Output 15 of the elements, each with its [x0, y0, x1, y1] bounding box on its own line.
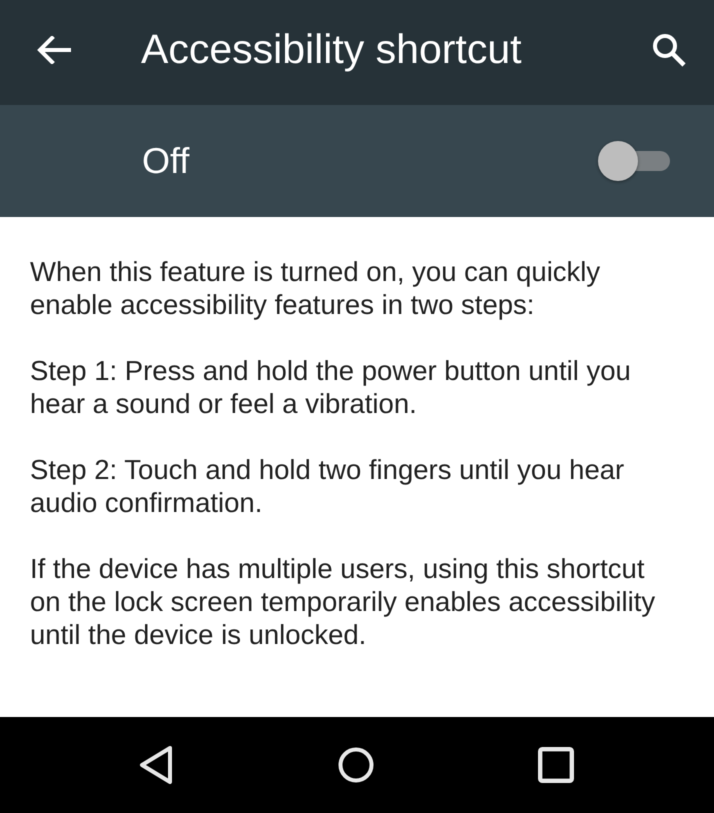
- description-paragraph: Step 2: Touch and hold two fingers until you hear audio confirmation.: [30, 453, 626, 519]
- switch-label: Off: [142, 140, 190, 182]
- search-icon: [652, 32, 686, 66]
- toggle-switch[interactable]: [598, 139, 670, 183]
- back-nav-button[interactable]: [138, 746, 174, 784]
- back-arrow-icon: [37, 36, 71, 64]
- triangle-back-icon: [138, 746, 174, 784]
- description-paragraph: If the device has multiple users, using this shortcut on the lock screen temporarily enables accessibility until the device is unlocked.: [30, 552, 656, 651]
- circle-home-icon: [338, 746, 374, 784]
- page-title: Accessibility shortcut: [141, 26, 523, 72]
- description-paragraph: Step 1: Press and hold the power button until you hear a sound or feel a vibration.: [30, 354, 632, 420]
- home-nav-button[interactable]: [338, 746, 374, 784]
- square-recents-icon: [538, 746, 574, 784]
- recents-nav-button[interactable]: [538, 746, 574, 784]
- description-paragraph: When this feature is turned on, you can quickly enable accessibility features in two steps:: [30, 255, 602, 321]
